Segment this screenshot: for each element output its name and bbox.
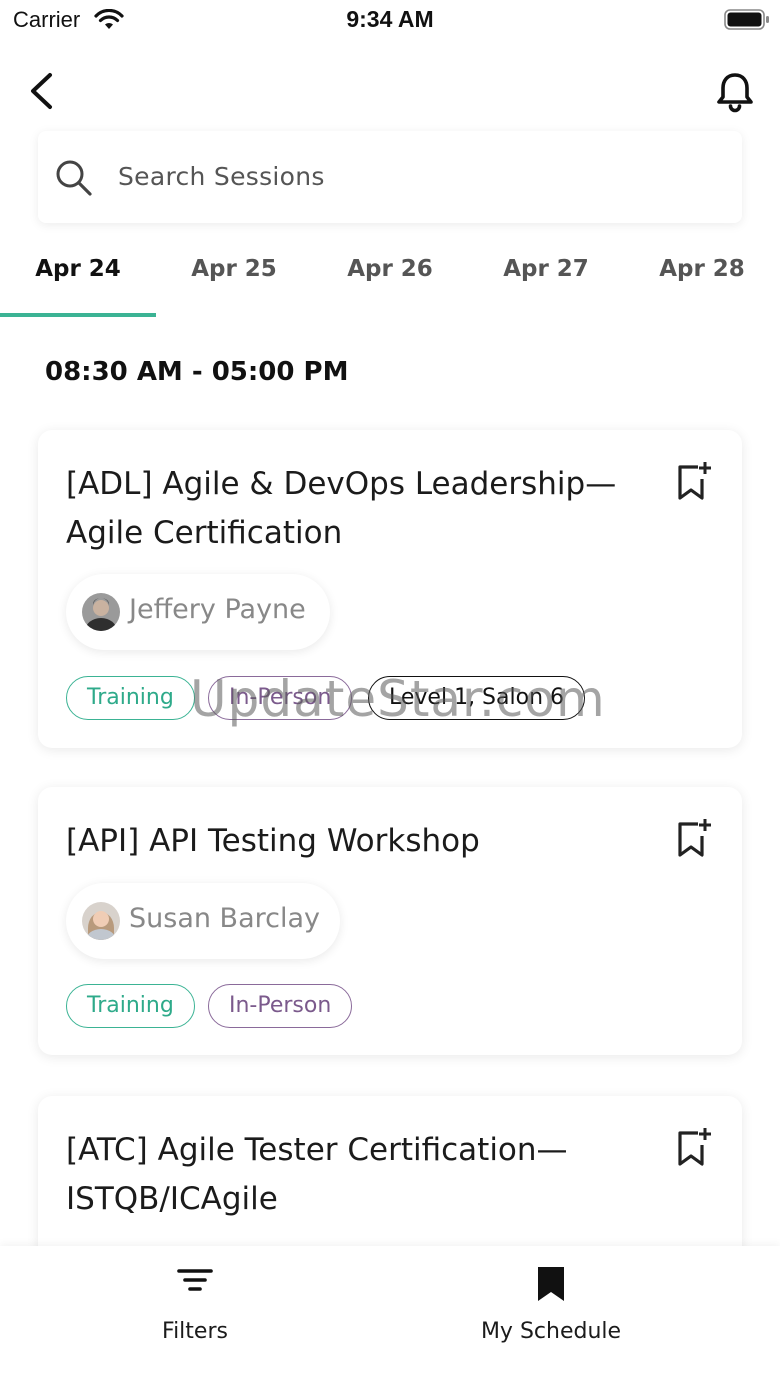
tab-apr-28[interactable]: Apr 28 <box>624 240 780 318</box>
tab-apr-24[interactable]: Apr 24 <box>0 240 156 318</box>
session-card[interactable]: [ADL] Agile & DevOps Leadership— Agile C… <box>38 430 742 748</box>
session-title: [API] API Testing Workshop <box>66 817 636 866</box>
session-title-line: [API] API Testing Workshop <box>66 823 480 859</box>
bookmark-add-icon <box>678 819 711 857</box>
bookmark-add-icon <box>678 462 711 500</box>
active-tab-indicator <box>0 313 156 317</box>
tag-training: Training <box>66 676 195 720</box>
search-input[interactable] <box>118 155 698 197</box>
back-arrow-icon <box>31 73 52 109</box>
search-box[interactable] <box>38 131 742 223</box>
session-title-line: ISTQB/ICAgile <box>66 1181 278 1217</box>
add-to-schedule-button[interactable] <box>674 460 714 502</box>
bookmark-add-icon <box>678 1128 711 1166</box>
search-icon <box>56 160 92 196</box>
session-title-line: [ATC] Agile Tester Certification— <box>66 1132 568 1168</box>
time-slot-header: 08:30 AM - 05:00 PM <box>45 357 349 387</box>
tag-training: Training <box>66 984 195 1028</box>
filter-icon <box>0 1266 390 1301</box>
session-title: [ATC] Agile Tester Certification— ISTQB/… <box>66 1126 636 1224</box>
status-time: 9:34 AM <box>346 6 434 32</box>
tag-in-person: In-Person <box>208 984 353 1028</box>
add-to-schedule-button[interactable] <box>674 1126 714 1168</box>
battery-icon <box>724 9 770 36</box>
tab-apr-26[interactable]: Apr 26 <box>312 240 468 318</box>
filters-label: Filters <box>162 1319 228 1344</box>
filters-button[interactable]: Filters <box>0 1246 390 1387</box>
notifications-button[interactable] <box>712 70 758 114</box>
speaker-chip[interactable]: Susan Barclay <box>66 883 340 959</box>
tab-apr-27[interactable]: Apr 27 <box>468 240 624 318</box>
add-to-schedule-button[interactable] <box>674 817 714 859</box>
back-button[interactable] <box>22 68 64 114</box>
avatar <box>82 593 120 631</box>
speaker-name: Jeffery Payne <box>129 594 306 625</box>
bell-icon <box>717 73 753 113</box>
session-title-line: [ADL] Agile & DevOps Leadership— <box>66 466 617 502</box>
tag-location: Level 1, Salon 6 <box>368 676 586 720</box>
tab-apr-25[interactable]: Apr 25 <box>156 240 312 318</box>
session-title-line: Agile Certification <box>66 515 343 551</box>
date-tabs: Apr 24 Apr 25 Apr 26 Apr 27 Apr 28 <box>0 240 780 318</box>
status-bar: Carrier 9:34 AM <box>0 0 780 44</box>
bookmark-filled-icon <box>356 1266 746 1307</box>
tag-in-person: In-Person <box>208 676 353 720</box>
speaker-chip[interactable]: Jeffery Payne <box>66 574 330 650</box>
speaker-name: Susan Barclay <box>129 903 321 934</box>
session-card[interactable]: [API] API Testing Workshop Susan Barclay… <box>38 787 742 1055</box>
my-schedule-button[interactable]: My Schedule <box>356 1246 746 1387</box>
session-title: [ADL] Agile & DevOps Leadership— Agile C… <box>66 460 636 558</box>
avatar <box>82 902 120 940</box>
bottom-bar: Filters My Schedule <box>0 1246 780 1387</box>
my-schedule-label: My Schedule <box>480 1319 622 1344</box>
